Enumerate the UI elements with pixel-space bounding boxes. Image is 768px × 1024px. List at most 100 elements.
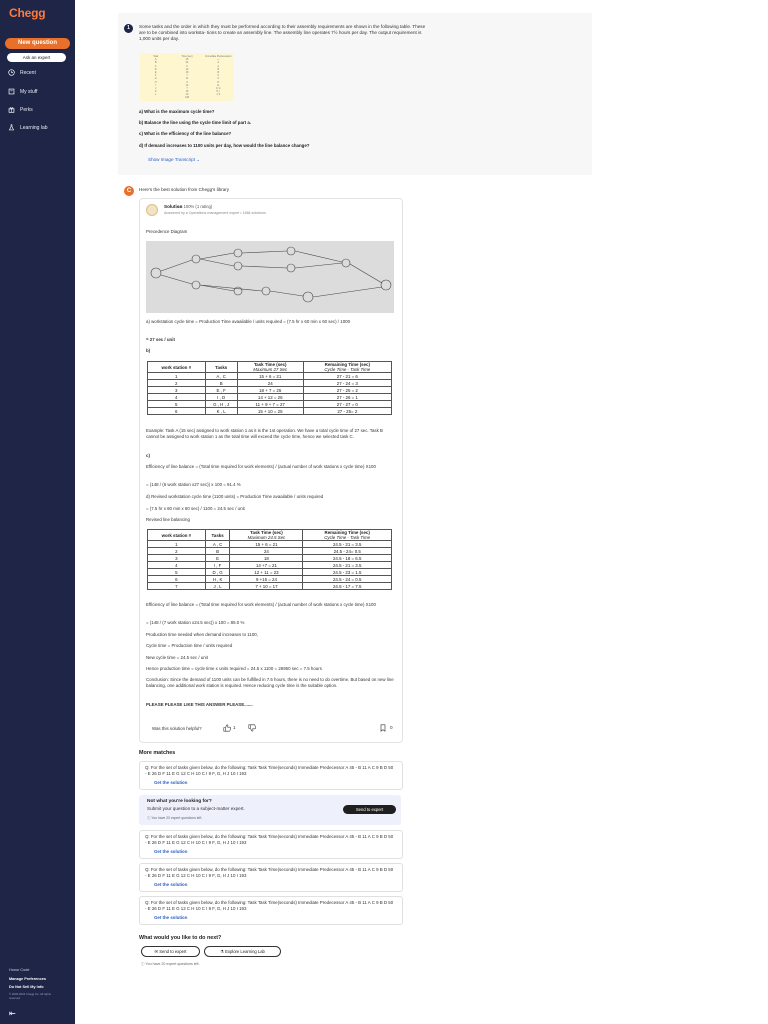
table-header: work station # bbox=[147, 361, 206, 373]
answer-b-label: b) bbox=[146, 348, 151, 353]
info-icon: ⓘ bbox=[147, 816, 151, 820]
do-not-sell-link[interactable]: Do Not Sell My Info bbox=[9, 985, 44, 989]
not-found-subtitle: Submit your question to a subject-matter… bbox=[147, 806, 245, 811]
table-row: 3E , F 18 + 7 = 25 27 - 25 = 2 bbox=[147, 386, 393, 394]
question-table-image: Task Time (sec) Immediate Predecessors A 15… bbox=[140, 53, 234, 101]
answer-a-result: = 27 sec / unit bbox=[146, 337, 175, 342]
efficiency-result-2: = (148 / (7 work station x24.5 sec)) x 1… bbox=[146, 620, 245, 625]
table-header: work station # bbox=[147, 529, 206, 541]
table-row: 3 E 18 24.5 - 18 = 6.5 bbox=[147, 554, 392, 562]
show-transcript-label: Show Image Transcript bbox=[148, 157, 195, 162]
question-number-badge: 1 bbox=[124, 24, 133, 33]
chegg-logo[interactable]: Chegg bbox=[9, 6, 46, 20]
answer-c-label: c) bbox=[146, 453, 150, 458]
match-card[interactable]: Q: For the set of tasks given below, do … bbox=[139, 896, 403, 925]
logout-icon[interactable]: ⇤ bbox=[9, 1009, 16, 1018]
table-row: 1A , C 15 + 6 = 21 27 - 21 = 6 bbox=[147, 372, 393, 380]
get-solution-link[interactable]: Get the solution bbox=[154, 915, 187, 920]
flask-icon: ⚗ bbox=[220, 949, 224, 954]
next-heading: What would you like to do next? bbox=[139, 935, 222, 941]
conclusion-text: Conclusion: Since the demand of 1100 uni… bbox=[146, 677, 394, 688]
chevron-down-icon: ⌄ bbox=[196, 157, 201, 162]
clock-icon bbox=[8, 69, 15, 76]
table-row: 5D , G 12 + 11 = 23 24.5 - 23 = 1.5 bbox=[147, 568, 392, 576]
table-row: 4I , F 14 +7 = 21 24.5 - 21 = 3.5 bbox=[147, 561, 392, 569]
answer-d-text: d) Revised workstation cycle time (1100 … bbox=[146, 494, 324, 499]
thumbs-down-icon[interactable] bbox=[248, 724, 256, 732]
match-question: Q: For the set of tasks given below, do … bbox=[145, 867, 394, 878]
show-image-transcript-link[interactable]: Show Image Transcript ⌄ bbox=[148, 157, 200, 163]
more-matches-heading: More matches bbox=[139, 750, 176, 756]
question-part-b: b) Balance the line using the cycle time… bbox=[139, 120, 251, 125]
precedence-diagram-image bbox=[146, 241, 394, 313]
ask-expert-button[interactable]: Ask an expert bbox=[7, 53, 66, 62]
table-header: Tasks bbox=[204, 529, 231, 541]
questions-left-footer: ⓘ You have 20 expert questions left. bbox=[141, 962, 200, 966]
efficiency-formula-1: Efficiency of line balance = (Total time… bbox=[146, 464, 376, 469]
line-balance-table-2: work station # Tasks Task Time (sec) Maxi… bbox=[147, 529, 392, 590]
question-part-c: c) What is the efficiency of the line ba… bbox=[139, 131, 232, 136]
question-part-d: d) If demand increases to 1100 units per… bbox=[139, 143, 310, 148]
sidebar-item-learning-lab[interactable]: Learning lab bbox=[8, 124, 48, 131]
info-icon: ⓘ bbox=[141, 962, 145, 966]
answered-by: Answered by a Operations management expe… bbox=[164, 211, 266, 215]
sidebar: Chegg New question Ask an expert Recent … bbox=[0, 0, 75, 1024]
sidebar-item-recent[interactable]: Recent bbox=[8, 69, 36, 76]
table-row: 6H , K9 +15 = 24 24.5 - 24 = 0.5 bbox=[147, 575, 392, 583]
table-header: Remaining Time (sec) Cycle Time - Task Ti… bbox=[302, 529, 392, 541]
explore-learning-lab-pill[interactable]: ⚗ Explore Learning Lab bbox=[204, 946, 281, 957]
expert-avatar bbox=[146, 204, 158, 216]
gift-icon bbox=[8, 107, 15, 113]
question-part-a: a) What is the maximum cycle time? bbox=[139, 109, 215, 114]
box-icon bbox=[8, 88, 15, 95]
table-row: 1A , C 15 + 6 = 21 24.5 - 21 = 3.5 bbox=[147, 540, 392, 548]
manage-preferences-link[interactable]: Manage Preferences bbox=[9, 977, 46, 981]
question-text: Some tasks and the order in which they m… bbox=[139, 24, 426, 42]
sidebar-item-label: Perks bbox=[20, 106, 33, 113]
match-card[interactable]: Q: For the set of tasks given below, do … bbox=[139, 863, 403, 892]
match-question: Q: For the set of tasks given below, do … bbox=[145, 834, 394, 845]
helpful-prompt: Was this solution helpful? bbox=[152, 726, 202, 731]
answer-d-result: = (7.5 hr x 60 min x 60 sec) / 1100 = 24… bbox=[146, 506, 245, 511]
sidebar-item-perks[interactable]: Perks bbox=[8, 106, 33, 113]
sidebar-item-label: My stuff bbox=[20, 88, 38, 95]
table-header: Remaining Time (sec) Cycle Time - Task Ti… bbox=[302, 361, 393, 373]
match-question: Q: For the set of tasks given below, do … bbox=[145, 900, 394, 911]
like-count: 1 bbox=[233, 725, 236, 730]
cycle-time-eq: Cycle time = Production time / units req… bbox=[146, 643, 233, 648]
table-header: Task Time (sec) Maximum 27 Sec bbox=[236, 361, 304, 373]
new-cycle-time: New cycle time = 24.5 sec / unit bbox=[146, 655, 208, 660]
table-row: 2 B 24 24.5 - 24= 0.5 bbox=[147, 547, 392, 555]
table-header: Task Time (sec) Maximum 24.5 Sec bbox=[229, 529, 304, 541]
bookmark-count: 0 bbox=[390, 725, 393, 730]
match-card[interactable]: Q: For the set of tasks given below, do … bbox=[139, 761, 403, 790]
table-row: 6K , L 15 + 10 = 25 27 - 25= 2 bbox=[147, 407, 393, 415]
not-found-title: Not what you're looking for? bbox=[147, 799, 212, 804]
copyright: © 2003-2024 Chegg Inc. All rights reserv… bbox=[9, 992, 51, 1000]
rating-text: 100% (1 rating) bbox=[183, 204, 213, 209]
match-question: Q: For the set of tasks given below, do … bbox=[145, 765, 394, 776]
match-card[interactable]: Q: For the set of tasks given below, do … bbox=[139, 830, 403, 859]
table-row: 2 B 24 27 - 24 = 3 bbox=[147, 379, 393, 387]
get-solution-link[interactable]: Get the solution bbox=[154, 849, 187, 854]
bookmark-icon[interactable] bbox=[379, 724, 387, 732]
efficiency-formula-2: Efficiency of line balance = (Total time… bbox=[146, 602, 376, 607]
thumbs-up-icon[interactable] bbox=[223, 724, 231, 732]
send-icon: ✉ bbox=[154, 949, 159, 954]
honor-code-link[interactable]: Honor Code bbox=[9, 968, 29, 972]
answer-example: Example: Task A (15 sec) assigned to wor… bbox=[146, 428, 383, 439]
sidebar-item-label: Learning lab bbox=[20, 124, 48, 131]
send-to-expert-button[interactable]: Send to expert bbox=[343, 805, 396, 814]
revised-heading: Revised line balancing bbox=[146, 517, 190, 522]
pill-label: Send to expert bbox=[159, 949, 187, 954]
new-question-button[interactable]: New question bbox=[5, 38, 70, 49]
sidebar-item-label: Recent bbox=[20, 69, 36, 76]
get-solution-link[interactable]: Get the solution bbox=[154, 882, 187, 887]
get-solution-link[interactable]: Get the solution bbox=[154, 780, 187, 785]
sidebar-item-my-stuff[interactable]: My stuff bbox=[8, 88, 37, 95]
table-row: 4I , D 14 + 12 = 26 27 - 26 = 1 bbox=[147, 393, 393, 401]
send-to-expert-pill[interactable]: ✉ Send to expert bbox=[141, 946, 200, 957]
line-balance-table-1: work station # Tasks Task Time (sec) Maxi… bbox=[147, 361, 393, 415]
thumbs-up-icon: 👍︎ bbox=[178, 204, 183, 209]
precedence-heading: Precedence Diagram bbox=[146, 229, 188, 234]
